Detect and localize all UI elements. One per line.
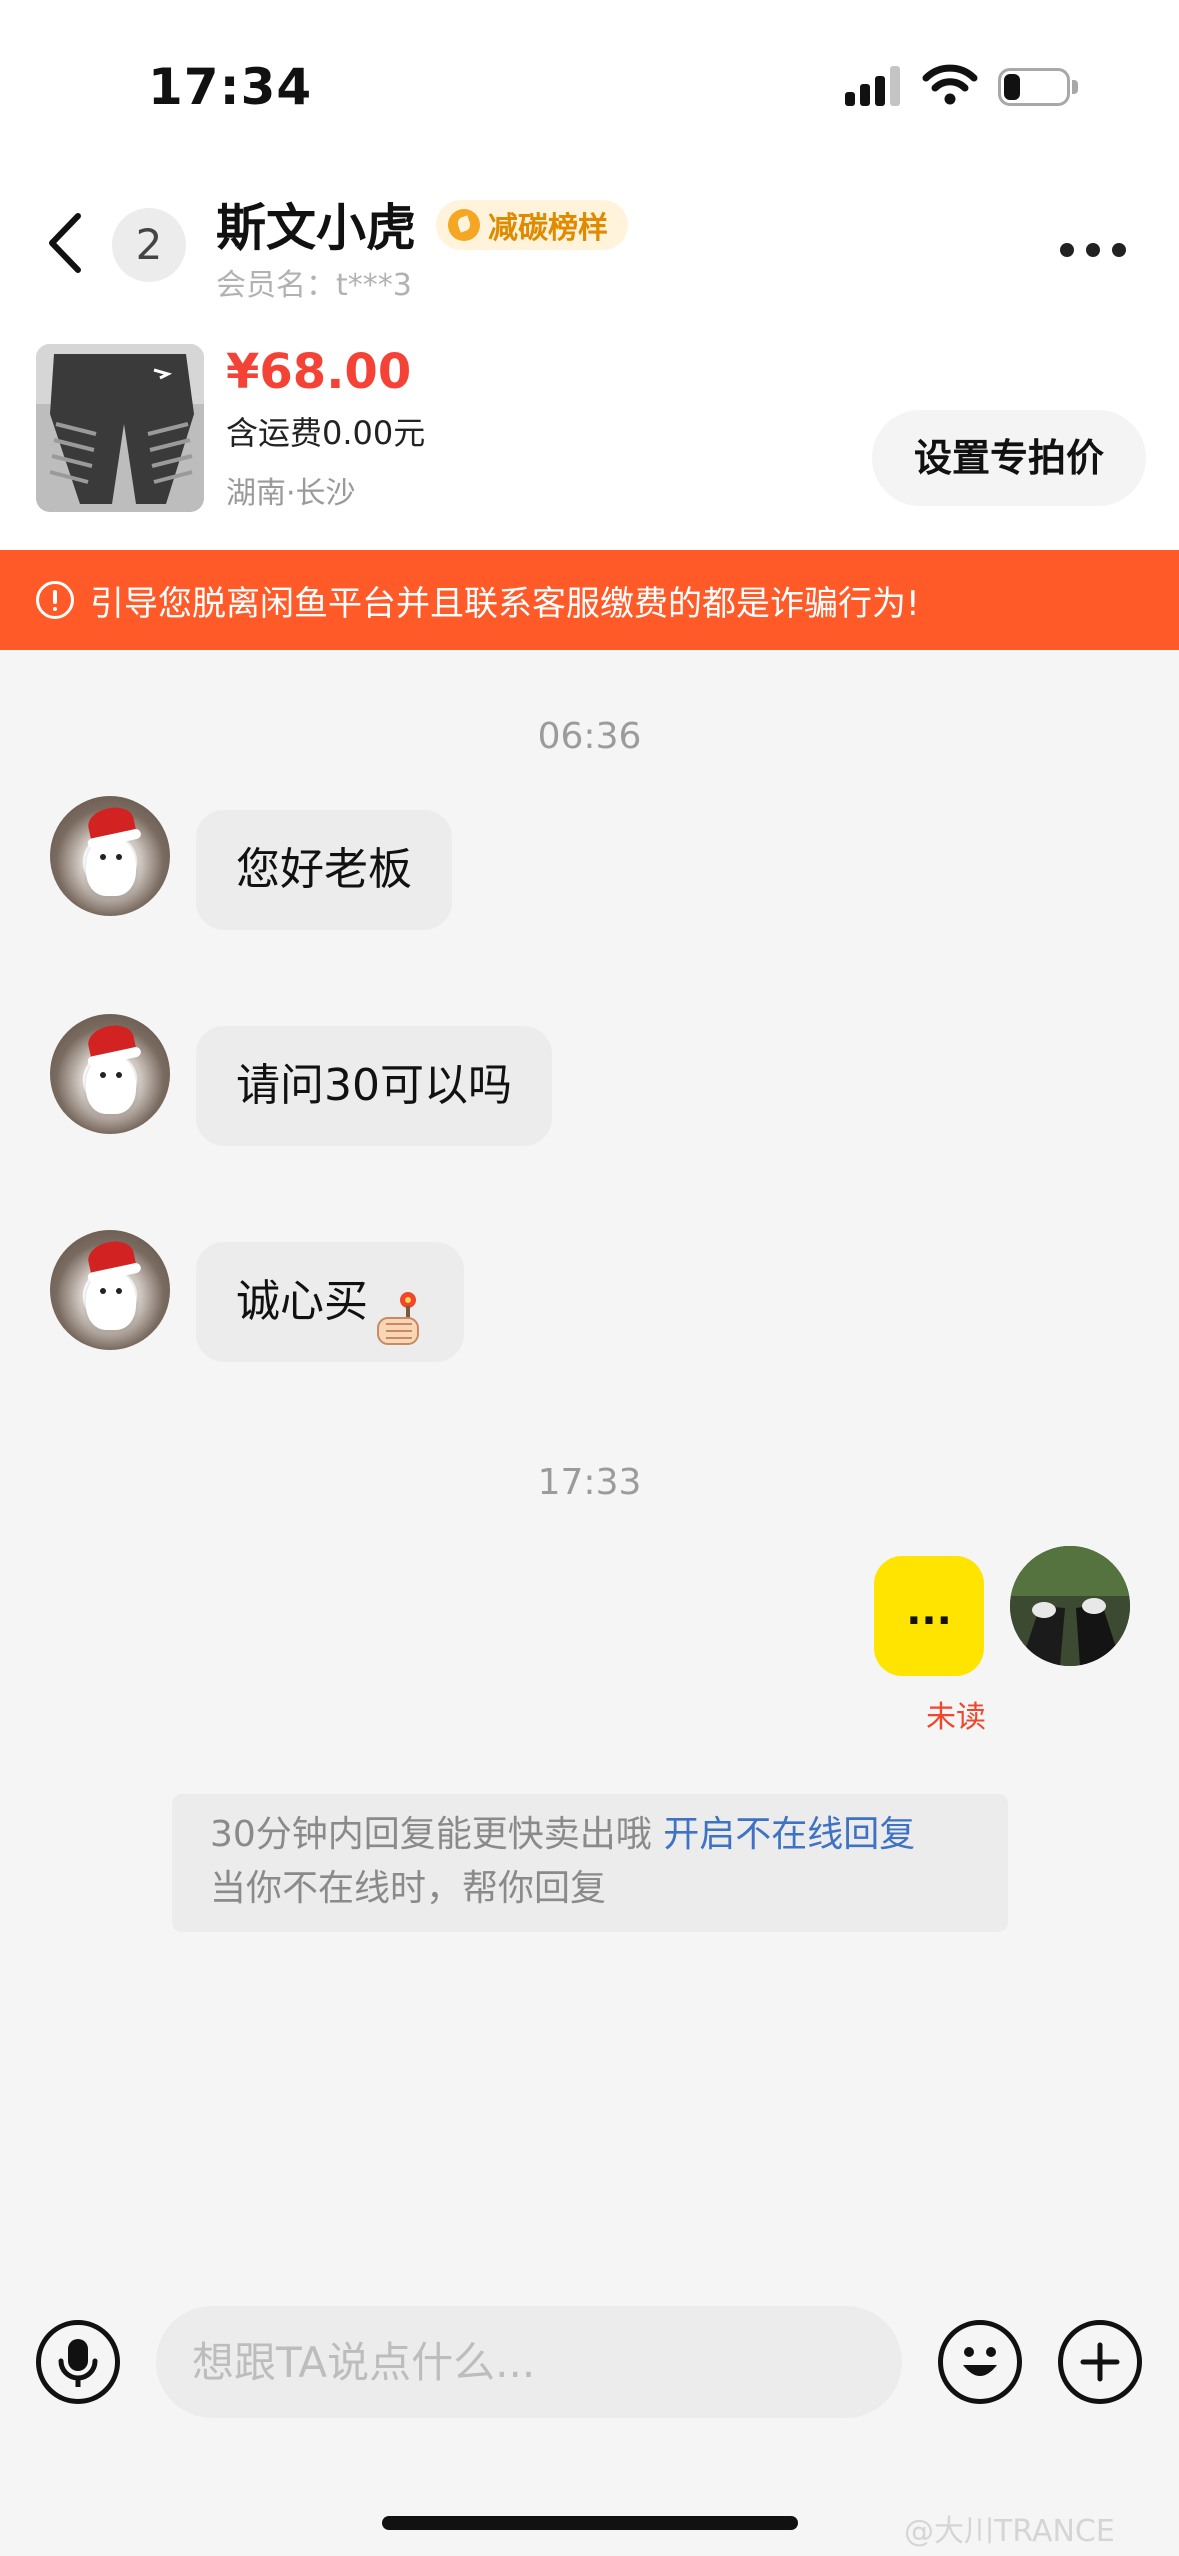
cellular-signal-icon [845, 66, 905, 106]
outgoing-message-bubble[interactable]: ... [874, 1556, 984, 1676]
battery-icon [998, 68, 1078, 106]
incoming-message-bubble[interactable]: 您好老板 [196, 810, 452, 930]
sender-avatar[interactable] [50, 1014, 170, 1134]
set-special-price-button[interactable]: 设置专拍价 [872, 410, 1146, 506]
enable-offline-reply-link[interactable]: 开启不在线回复 [663, 1814, 915, 1855]
member-name: 会员名：t***3 [216, 268, 412, 303]
warning-text: 引导您脱离闲鱼平台并且联系客服缴费的都是诈骗行为! [90, 583, 920, 624]
chat-screen: 17:34 2 斯文小虎 减碳榜样 会员名：t***3 ¥68.00 含运费0.… [0, 0, 1179, 2556]
wifi-icon [922, 64, 978, 105]
tip-line-1: 30分钟内回复能更快卖出哦 开启不在线回复 [210, 1808, 970, 1862]
incoming-message-bubble[interactable]: 诚心买 [196, 1242, 464, 1362]
incoming-message-bubble[interactable]: 请问30可以吗 [196, 1026, 552, 1146]
alert-circle-icon [36, 581, 74, 619]
home-indicator[interactable] [382, 2516, 798, 2530]
message-input[interactable] [156, 2306, 902, 2418]
chat-timestamp: 06:36 [537, 716, 642, 757]
contact-name[interactable]: 斯文小虎 [216, 188, 416, 260]
badge-label: 减碳榜样 [488, 211, 608, 246]
tip-line-2: 当你不在线时，帮你回复 [210, 1868, 607, 1909]
status-time: 17:34 [148, 58, 313, 116]
status-bar: 17:34 [0, 0, 1179, 160]
unread-status: 未读 [926, 1700, 986, 1735]
auto-reply-tip: 30分钟内回复能更快卖出哦 开启不在线回复 当你不在线时，帮你回复 [172, 1794, 1008, 1932]
product-price: ¥68.00 [226, 344, 412, 400]
microphone-icon[interactable] [36, 2320, 120, 2404]
chat-timestamp: 17:33 [537, 1462, 642, 1503]
sender-avatar[interactable] [50, 1230, 170, 1350]
chevron-left-icon[interactable] [40, 208, 88, 278]
my-avatar[interactable] [1010, 1546, 1130, 1666]
fraud-warning-banner: 引导您脱离闲鱼平台并且联系客服缴费的都是诈骗行为! [0, 550, 1179, 650]
product-image[interactable] [36, 344, 204, 512]
unread-count-badge[interactable]: 2 [112, 208, 186, 282]
product-location: 湖南·长沙 [226, 476, 356, 511]
more-horizontal-icon[interactable] [1060, 240, 1130, 260]
leaf-icon [448, 209, 480, 241]
smiley-icon[interactable] [938, 2320, 1022, 2404]
tip-text: 30分钟内回复能更快卖出哦 [210, 1814, 652, 1855]
product-card[interactable]: ¥68.00 含运费0.00元 湖南·长沙 设置专拍价 [0, 330, 1179, 550]
plus-icon[interactable] [1058, 2320, 1142, 2404]
sender-avatar[interactable] [50, 796, 170, 916]
chat-header: 2 斯文小虎 减碳榜样 会员名：t***3 [0, 160, 1179, 330]
carbon-badge[interactable]: 减碳榜样 [436, 200, 628, 250]
thumbs-up-emoji-icon [372, 1274, 424, 1345]
watermark: @大川TRANCE [904, 2514, 1115, 2549]
message-text: 诚心买 [236, 1276, 368, 1327]
shipping-fee: 含运费0.00元 [226, 414, 426, 452]
